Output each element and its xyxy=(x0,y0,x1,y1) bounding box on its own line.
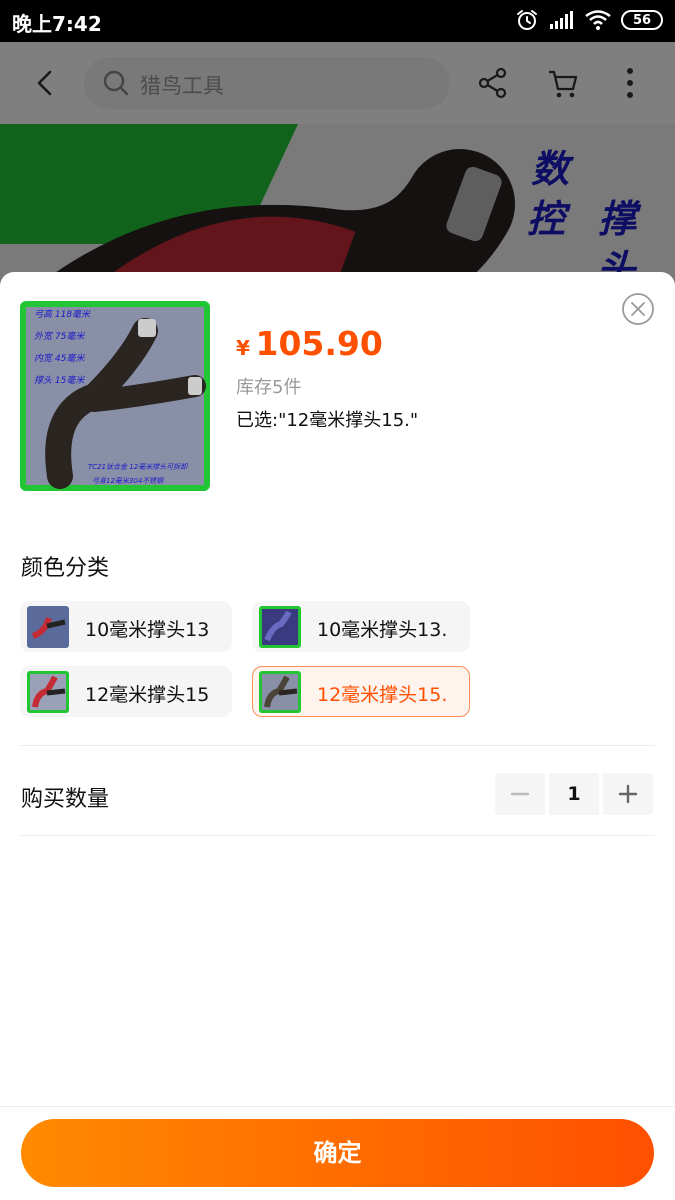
signal-icon xyxy=(550,11,573,29)
plus-icon xyxy=(618,784,638,804)
variant-option[interactable]: 10毫米撑头13. xyxy=(252,601,470,652)
confirm-button[interactable]: 确定 xyxy=(21,1119,654,1187)
variant-label: 10毫米撑头13. xyxy=(317,619,448,641)
thumb-spec-3: 内宽 45毫米 xyxy=(34,353,85,364)
status-icons: 56 xyxy=(515,8,663,32)
battery-indicator: 56 xyxy=(621,10,663,30)
thumb-spec-1: 弓高 118毫米 xyxy=(34,309,91,320)
status-bar: 晚上7:42 56 xyxy=(0,0,675,42)
wifi-icon xyxy=(585,10,611,30)
quantity-increment-button[interactable] xyxy=(603,773,653,815)
variant-label: 12毫米撑头15 xyxy=(85,684,210,706)
thumb-footer-1: TC21钛合金 12毫米撑头可拆卸 xyxy=(88,463,188,471)
quantity-value[interactable]: 1 xyxy=(549,773,599,815)
thumb-spec-4: 撑头 15毫米 xyxy=(34,375,85,386)
variant-option[interactable]: 12毫米撑头15 xyxy=(20,666,232,717)
price: ¥ 105.90 xyxy=(236,324,383,363)
slingshot-thumbnail-image: 弓高 118毫米 外宽 75毫米 内宽 45毫米 撑头 15毫米 TC21钛合金… xyxy=(20,301,210,491)
thumb-footer-2: 弓身12毫米304不锈钢 xyxy=(92,477,164,485)
variant-thumbnail xyxy=(259,606,301,648)
variant-option[interactable]: 10毫米撑头13 xyxy=(20,601,232,652)
close-icon[interactable] xyxy=(621,292,655,326)
variant-label: 10毫米撑头13 xyxy=(85,619,210,641)
quantity-decrement-button[interactable] xyxy=(495,773,545,815)
sku-selection-sheet: 弓高 118毫米 外宽 75毫米 内宽 45毫米 撑头 15毫米 TC21钛合金… xyxy=(0,272,675,1200)
variant-label: 12毫米撑头15. xyxy=(317,684,448,706)
divider xyxy=(20,745,655,746)
divider xyxy=(20,835,655,836)
variant-thumbnail xyxy=(27,671,69,713)
minus-icon xyxy=(510,792,530,796)
variant-thumbnail xyxy=(27,606,69,648)
bottom-action-bar: 确定 xyxy=(0,1106,675,1200)
variant-thumbnail xyxy=(259,671,301,713)
variant-option-selected[interactable]: 12毫米撑头15. xyxy=(252,666,470,717)
currency-symbol: ¥ xyxy=(236,336,250,360)
stock-count: 库存5件 xyxy=(236,377,302,398)
thumb-spec-2: 外宽 75毫米 xyxy=(34,331,85,342)
selected-variant: 已选:"12毫米撑头15." xyxy=(236,410,419,431)
price-value: 105.90 xyxy=(255,324,383,363)
status-time: 晚上7:42 xyxy=(12,12,102,36)
alarm-icon xyxy=(517,10,537,30)
quantity-title: 购买数量 xyxy=(21,787,110,812)
color-category-title: 颜色分类 xyxy=(21,556,110,581)
product-thumbnail: 弓高 118毫米 外宽 75毫米 内宽 45毫米 撑头 15毫米 TC21钛合金… xyxy=(20,301,210,491)
